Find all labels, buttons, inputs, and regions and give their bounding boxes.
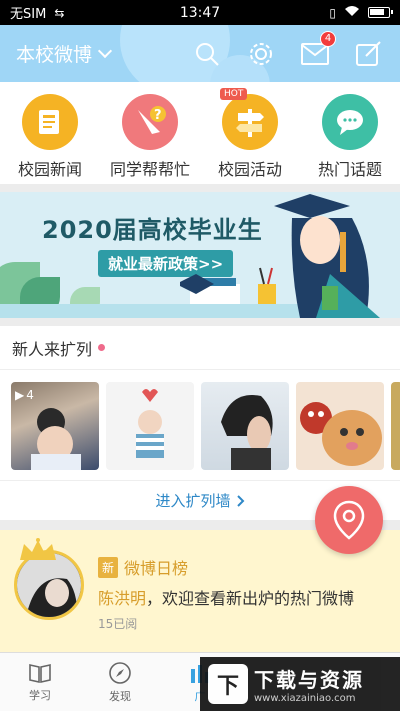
member-photo[interactable] (296, 382, 384, 470)
nav-campus-events[interactable]: HOT 校园活动 (200, 82, 300, 184)
card-text: 陈洪明，欢迎查看新出炉的热门微博 (98, 589, 355, 608)
play-icon: ▶ (15, 388, 25, 402)
location-button[interactable] (315, 486, 383, 554)
battery-icon (368, 7, 393, 18)
nav-label: 同学帮帮忙 (109, 160, 190, 179)
clock: 13:47 (179, 4, 221, 21)
section-title: 新人来扩列 (12, 339, 93, 359)
watermark-text: 下载与资源 (254, 668, 364, 692)
site-watermark: 下 下载与资源 www.xiazainiao.com (200, 657, 400, 711)
gear-icon (250, 42, 272, 65)
search-icon (196, 42, 219, 66)
watermark-logo: 下 (208, 664, 248, 704)
card-title: 微博日榜 (124, 559, 189, 578)
member-photo[interactable] (391, 382, 400, 470)
compose-button[interactable] (354, 39, 384, 69)
tab-discover[interactable]: 发现 (80, 653, 160, 711)
member-photo[interactable]: ▶ 4 (11, 382, 99, 470)
book-icon (29, 663, 51, 683)
member-photo[interactable] (106, 382, 194, 470)
user-name: 陈洪明 (98, 589, 147, 608)
wifi-icon (344, 5, 360, 20)
new-tag: 新 (98, 556, 119, 578)
tab-study[interactable]: 学习 (0, 653, 80, 711)
crown-icon (20, 538, 56, 560)
vibrate-icon: ▯ (329, 5, 336, 20)
more-label: 进入扩列墙 (155, 492, 231, 510)
messages-button[interactable]: 4 (300, 30, 336, 69)
compass-icon (109, 661, 131, 684)
carrier-label: 无SIM (10, 7, 47, 22)
chevron-right-icon (236, 494, 244, 507)
nav-classmate-help[interactable]: ? 同学帮帮忙 (100, 82, 200, 184)
quick-nav: 校园新闻 ? 同学帮帮忙 HOT 校园活动 热门话题 (0, 82, 400, 184)
chat-icon (322, 94, 378, 150)
edit-icon (356, 40, 381, 66)
nav-label: 校园新闻 (17, 160, 82, 179)
nav-campus-news[interactable]: 校园新闻 (0, 82, 100, 184)
chevron-down-icon (97, 43, 113, 58)
app-header: 本校微博 4 (0, 25, 400, 82)
sync-icon: ⇆ (54, 5, 65, 20)
new-dot (98, 344, 106, 351)
status-bar: 无SIM ⇆ 13:47 ▯ (0, 0, 400, 25)
location-pin-icon (333, 500, 365, 540)
message-count-badge: 4 (320, 30, 336, 47)
graduate-policy-banner[interactable]: 2020届高校毕业生 就业最新政策>> (0, 192, 400, 318)
svg-text:?: ? (154, 108, 162, 123)
video-count: ▶ 4 (15, 388, 34, 402)
graduate-illustration (180, 194, 380, 318)
settings-button[interactable] (246, 39, 276, 69)
nav-label: 热门话题 (317, 160, 382, 179)
nav-hot-topics[interactable]: 热门话题 (300, 82, 400, 184)
hot-badge: HOT (220, 88, 248, 100)
watermark-url: www.xiazainiao.com (254, 693, 356, 704)
signpost-icon: HOT (220, 88, 278, 150)
news-icon (22, 94, 78, 150)
help-icon: ? (122, 94, 178, 150)
search-button[interactable] (192, 39, 222, 69)
read-count: 15已阅 (98, 617, 138, 631)
member-photo[interactable] (201, 382, 289, 470)
nav-label: 校园活动 (217, 160, 282, 179)
school-switcher[interactable]: 本校微博 (16, 40, 113, 67)
page-title: 本校微博 (16, 44, 93, 66)
